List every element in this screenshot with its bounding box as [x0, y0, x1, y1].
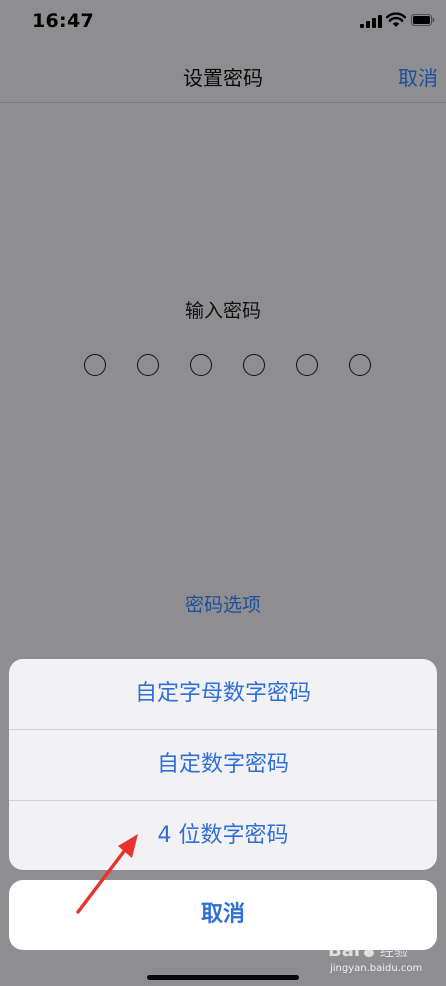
option-custom-alphanumeric[interactable]: 自定字母数字密码 [9, 659, 437, 729]
home-indicator[interactable] [147, 975, 299, 980]
option-custom-numeric[interactable]: 自定数字密码 [9, 730, 437, 800]
passcode-prompt: 输入密码 [184, 300, 261, 322]
passcode-dots[interactable] [84, 354, 374, 380]
red-arrow-icon [76, 834, 138, 914]
passcode-dot [296, 354, 318, 376]
passcode-options-link[interactable]: 密码选项 [0, 590, 446, 617]
status-time: 16:47 [32, 10, 94, 32]
status-bar: 16:47 [0, 0, 446, 44]
passcode-dot [137, 354, 159, 376]
navigation-bar: 设置密码 取消 [0, 44, 446, 103]
set-passcode-screen: 16:47 设置密码 取消 输入密码 密码选项 自定字母数字密码 自定数字密码 … [0, 0, 446, 986]
passcode-dot [84, 354, 106, 376]
watermark: Bai 经验 jingyan.baidu.com [326, 936, 426, 976]
nav-cancel-button[interactable]: 取消 [398, 62, 438, 91]
battery-icon [411, 14, 435, 26]
baidu-logo-icon: Bai 经验 [328, 940, 408, 961]
svg-text:经验: 经验 [380, 944, 408, 960]
passcode-dot [349, 354, 371, 376]
wifi-icon [386, 12, 406, 27]
passcode-dot [190, 354, 212, 376]
watermark-url: jingyan.baidu.com [330, 963, 423, 974]
cellular-signal-icon [360, 14, 382, 28]
page-title: 设置密码 [183, 66, 263, 90]
passcode-dot [243, 354, 265, 376]
svg-text:Bai: Bai [328, 940, 360, 961]
